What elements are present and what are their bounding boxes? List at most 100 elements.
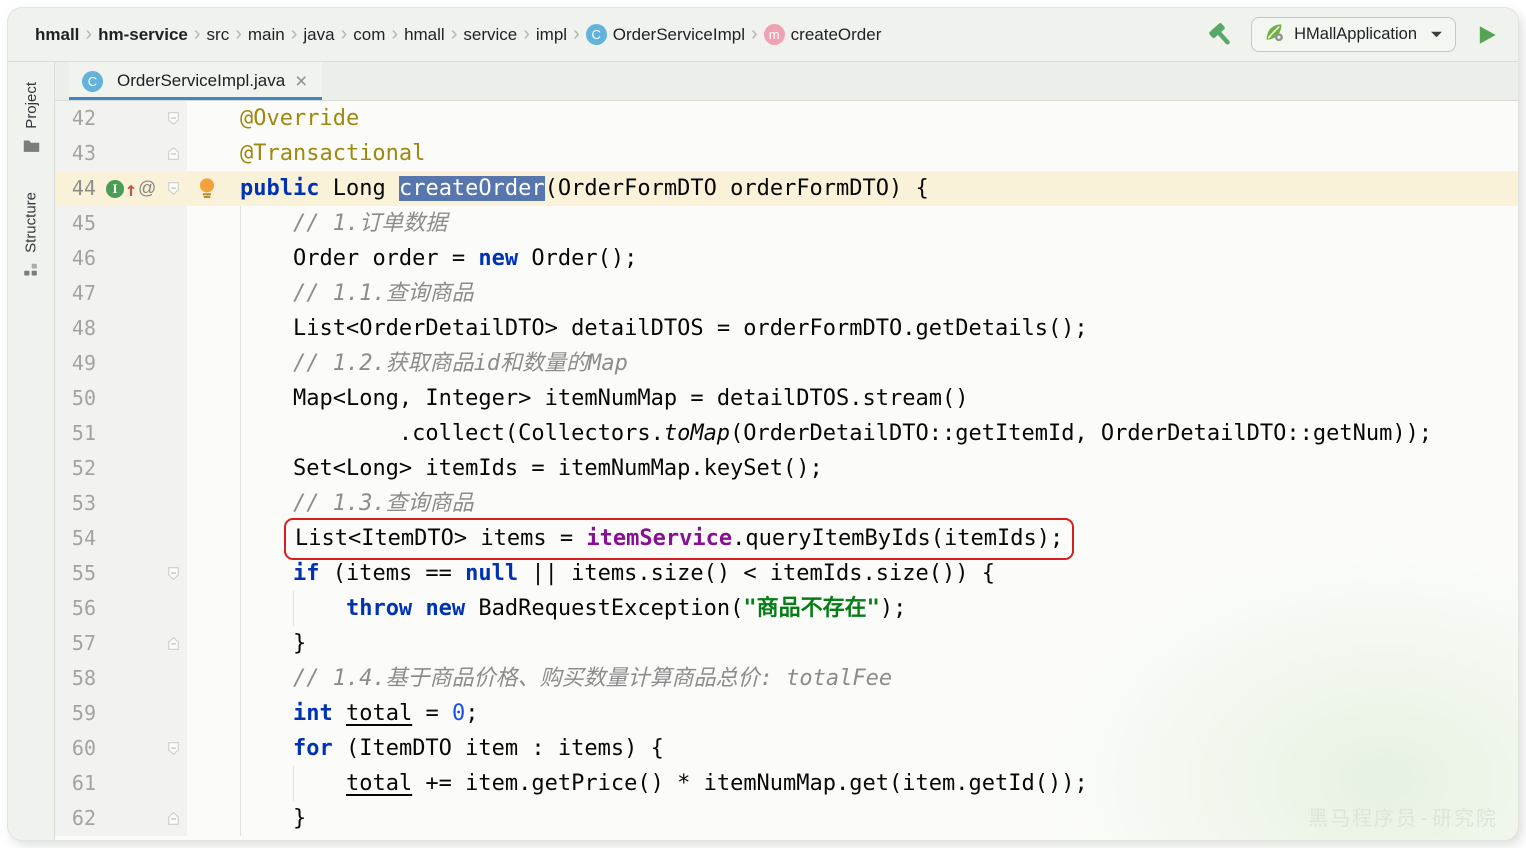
gutter-icons: [103, 311, 159, 346]
gutter-icons: [103, 346, 159, 381]
tab-orderserviceimpl[interactable]: C OrderServiceImpl.java ×: [69, 62, 322, 100]
annotation-at-icon[interactable]: @: [138, 171, 156, 206]
gutter-icons: [103, 416, 159, 451]
line-number: 56: [55, 591, 103, 626]
fold-marker-icon[interactable]: [159, 556, 187, 591]
code-text: public Long createOrder(OrderFormDTO ord…: [187, 171, 1518, 206]
code-line-59[interactable]: 59 int total = 0;: [55, 696, 1518, 731]
fold-column: [159, 451, 187, 486]
fold-column: [159, 486, 187, 521]
code-text: // 1.1.查询商品: [187, 276, 1518, 311]
close-icon[interactable]: ×: [293, 71, 309, 92]
breadcrumb-item-service[interactable]: service: [458, 22, 522, 48]
fold-column: [159, 591, 187, 626]
breadcrumb-separator: ›: [572, 23, 581, 46]
line-number: 49: [55, 346, 103, 381]
spring-boot-icon: [1264, 22, 1285, 48]
fold-column: [159, 206, 187, 241]
breadcrumb-item-hmall[interactable]: hmall: [399, 22, 450, 48]
code-line-62[interactable]: 62 }: [55, 801, 1518, 836]
code-line-48[interactable]: 48 List<OrderDetailDTO> detailDTOS = ord…: [55, 311, 1518, 346]
gutter-icons: [103, 731, 159, 766]
build-hammer-icon[interactable]: [1205, 20, 1235, 50]
intention-lightbulb-icon[interactable]: [197, 177, 217, 200]
tab-title: OrderServiceImpl.java: [117, 71, 285, 91]
gutter-icons: [103, 381, 159, 416]
code-text: throw new BadRequestException("商品不存在");: [187, 591, 1518, 626]
code-text: @Override: [187, 101, 1518, 136]
run-configuration-select[interactable]: HMallApplication: [1251, 17, 1456, 52]
code-line-56[interactable]: 56 throw new BadRequestException("商品不存在"…: [55, 591, 1518, 626]
fold-column: [159, 381, 187, 416]
code-line-44[interactable]: 44I↑@ public Long createOrder(OrderFormD…: [55, 171, 1518, 206]
code-line-47[interactable]: 47 // 1.1.查询商品: [55, 276, 1518, 311]
code-line-58[interactable]: 58 // 1.4.基于商品价格、购买数量计算商品总价: totalFee: [55, 661, 1518, 696]
sidebar-item-label: Project: [23, 82, 40, 129]
code-line-53[interactable]: 53 // 1.3.查询商品: [55, 486, 1518, 521]
run-button[interactable]: [1472, 20, 1502, 50]
line-number: 62: [55, 801, 103, 836]
line-number: 54: [55, 521, 103, 556]
breadcrumb-item-com[interactable]: com: [348, 22, 390, 48]
code-line-46[interactable]: 46 Order order = new Order();: [55, 241, 1518, 276]
breadcrumb-item-main[interactable]: main: [243, 22, 290, 48]
gutter-icons: [103, 451, 159, 486]
fold-marker-icon[interactable]: [159, 731, 187, 766]
code-text: int total = 0;: [187, 696, 1518, 731]
app-screenshot: hmall›hm-service›src›main›java›com›hmall…: [0, 0, 1526, 848]
code-line-49[interactable]: 49 // 1.2.获取商品id和数量的Map: [55, 346, 1518, 381]
breadcrumb-item-java[interactable]: java: [298, 22, 339, 48]
breadcrumb-item-orderserviceimpl[interactable]: COrderServiceImpl: [581, 21, 750, 48]
code-line-60[interactable]: 60 for (ItemDTO item : items) {: [55, 731, 1518, 766]
fold-marker-icon[interactable]: [159, 626, 187, 661]
breadcrumb-separator: ›: [750, 23, 759, 46]
sidebar-item-structure[interactable]: Structure: [22, 192, 40, 279]
run-controls: HMallApplication: [1205, 17, 1502, 52]
fold-column: [159, 766, 187, 801]
red-annotation-box: List<ItemDTO> items = itemService.queryI…: [284, 518, 1074, 560]
chevron-down-icon: [1430, 30, 1443, 39]
line-number: 48: [55, 311, 103, 346]
code-text: Order order = new Order();: [187, 241, 1518, 276]
editor-tab-bar: C OrderServiceImpl.java ×: [55, 62, 1518, 101]
fold-marker-icon[interactable]: [159, 171, 187, 206]
fold-marker-icon[interactable]: [159, 136, 187, 171]
breadcrumb-item-src[interactable]: src: [202, 22, 235, 48]
implementing-marker-icon[interactable]: I: [106, 180, 124, 198]
code-text: }: [187, 626, 1518, 661]
main-toolbar: hmall›hm-service›src›main›java›com›hmall…: [8, 8, 1518, 62]
breadcrumb-item-impl[interactable]: impl: [531, 22, 572, 48]
fold-column: [159, 241, 187, 276]
code-line-61[interactable]: 61 total += item.getPrice() * itemNumMap…: [55, 766, 1518, 801]
code-text: // 1.2.获取商品id和数量的Map: [187, 346, 1518, 381]
breadcrumb-item-hmall[interactable]: hmall: [30, 22, 84, 48]
fold-marker-icon[interactable]: [159, 101, 187, 136]
gutter-icons: [103, 556, 159, 591]
line-number: 44: [55, 171, 103, 206]
sidebar-item-project[interactable]: Project: [22, 82, 41, 156]
code-line-50[interactable]: 50 Map<Long, Integer> itemNumMap = detai…: [55, 381, 1518, 416]
code-line-57[interactable]: 57 }: [55, 626, 1518, 661]
structure-icon: [22, 261, 40, 279]
code-line-42[interactable]: 42 @Override: [55, 101, 1518, 136]
fold-marker-icon[interactable]: [159, 801, 187, 836]
code-line-54[interactable]: 54 List<ItemDTO> items = itemService.que…: [55, 521, 1518, 556]
breadcrumb: hmall›hm-service›src›main›java›com›hmall…: [30, 21, 1205, 48]
code-editor[interactable]: 黑马程序员-研究院 42 @Override43 @Transactional4…: [55, 101, 1518, 840]
breadcrumb-item-hm-service[interactable]: hm-service: [93, 22, 193, 48]
override-arrow-icon[interactable]: ↑: [125, 179, 137, 199]
breadcrumb-item-createorder[interactable]: mcreateOrder: [759, 21, 887, 48]
code-line-43[interactable]: 43 @Transactional: [55, 136, 1518, 171]
code-text: // 1.3.查询商品: [187, 486, 1518, 521]
class-icon: C: [586, 24, 607, 45]
run-configuration-label: HMallApplication: [1294, 25, 1417, 44]
code-line-55[interactable]: 55 if (items == null || items.size() < i…: [55, 556, 1518, 591]
code-line-45[interactable]: 45 // 1.订单数据: [55, 206, 1518, 241]
code-line-51[interactable]: 51 .collect(Collectors.toMap(OrderDetail…: [55, 416, 1518, 451]
code-text: @Transactional: [187, 136, 1518, 171]
gutter-icons: [103, 101, 159, 136]
gutter-icons: [103, 206, 159, 241]
gutter-icons: [103, 241, 159, 276]
code-line-52[interactable]: 52 Set<Long> itemIds = itemNumMap.keySet…: [55, 451, 1518, 486]
breadcrumb-separator: ›: [193, 23, 202, 46]
